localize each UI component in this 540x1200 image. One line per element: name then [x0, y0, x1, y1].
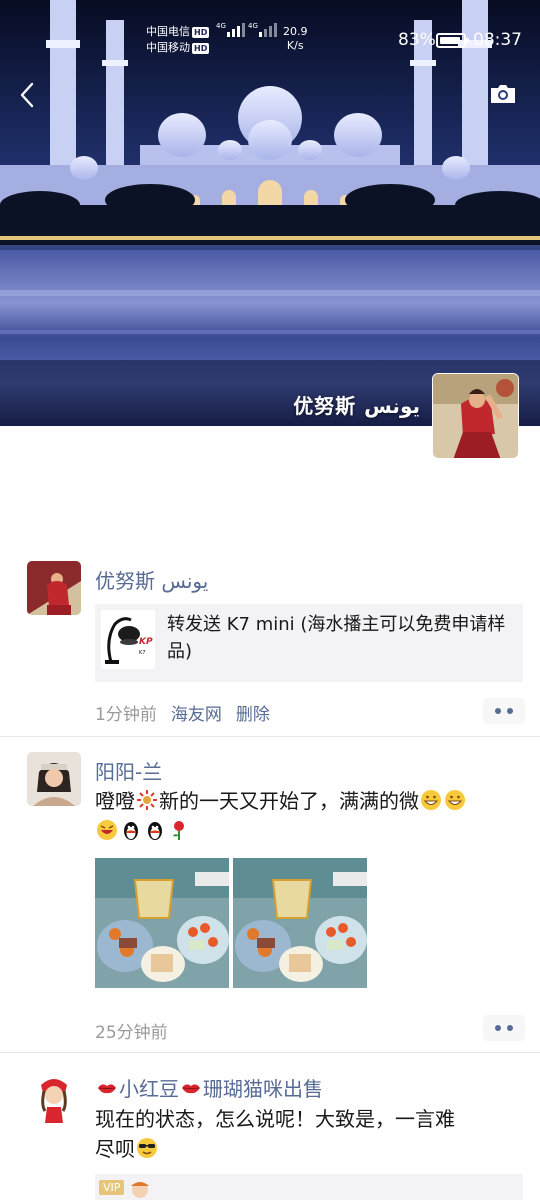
post-2-author[interactable]: 阳阳-兰 [95, 756, 162, 785]
post-1-author[interactable]: 优努斯 يونس [95, 565, 208, 594]
post-3-avatar[interactable] [27, 1071, 81, 1125]
post-3-text-line-1: 现在的状态，怎么说呢！大致是，一言难 [95, 1107, 455, 1131]
signal-1-icon: 4G [216, 22, 245, 37]
rose-emoji-icon [173, 821, 184, 840]
post-2-time: 25分钟前 [95, 1023, 168, 1043]
post-2-more-button[interactable] [483, 1015, 525, 1041]
carrier-1: 中国电信 HD [146, 24, 210, 39]
penguin-emoji-icon [124, 822, 138, 840]
meal-photo [233, 858, 367, 988]
post-divider [0, 1052, 540, 1053]
carrier-1-label: 中国电信 [146, 25, 190, 38]
meal-photo [95, 858, 229, 988]
grin-emoji-icon [421, 790, 441, 810]
grin-emoji-icon [445, 790, 465, 810]
post-3-text-line-2: 尽呗 [95, 1137, 135, 1161]
profile-name[interactable]: 优努斯 يونس [293, 390, 420, 419]
post-1-source-link[interactable]: 海友网 [171, 705, 222, 725]
basketball-player-avatar [27, 561, 81, 615]
product-lamp-image: KP K7 [101, 610, 155, 669]
profile-avatar[interactable] [432, 373, 519, 459]
post-1-delete-link[interactable]: 删除 [236, 705, 270, 725]
laugh-emoji-icon [97, 820, 117, 840]
lips-emoji-icon [98, 1084, 116, 1094]
svg-text:K7: K7 [139, 650, 145, 656]
card-thumbnail-icon [131, 1182, 149, 1198]
carrier-2-label: 中国移动 [146, 41, 190, 54]
post-2-text-part-2: 新的一天又开始了，满满的微 [159, 789, 419, 813]
woman-portrait-avatar [27, 752, 81, 806]
battery-icon [436, 33, 469, 48]
post-2-photo-2[interactable] [233, 858, 367, 988]
lips-emoji-icon [182, 1084, 200, 1094]
post-1-meta: 1分钟前 海友网 删除 [95, 700, 270, 725]
camera-button[interactable] [488, 82, 518, 106]
post-1-time: 1分钟前 [95, 705, 157, 725]
post-3-author[interactable]: 小红豆 珊瑚猫咪出售 [95, 1073, 323, 1102]
sunglasses-emoji-icon [137, 1138, 157, 1158]
svg-text:4G: 4G [248, 22, 258, 30]
post-2-text: 噔噔 新的一天又开始了，满满的微 [95, 786, 525, 846]
post-2-meta: 25分钟前 [95, 1018, 168, 1043]
post-3-text: 现在的状态，怎么说呢！大致是，一言难 尽呗 [95, 1104, 525, 1164]
post-1-more-button[interactable] [483, 698, 525, 724]
chevron-left-icon [20, 82, 34, 108]
share-thumbnail: KP K7 [101, 610, 155, 669]
clock: 08:37 [473, 30, 522, 50]
network-speed-value: 20.9 [283, 25, 308, 38]
svg-text:4G: 4G [216, 22, 226, 30]
camera-icon [491, 85, 515, 103]
signal-2-icon: 4G [248, 22, 277, 37]
basketball-player-avatar [433, 374, 518, 458]
post-2-photo-1[interactable] [95, 858, 229, 988]
back-button[interactable] [16, 80, 40, 110]
cover-photo[interactable]: 中国电信HD 中国移动HD 4G 4G 20.9 K/s 83% 08:37 [0, 0, 540, 426]
hd-badge-2: HD [192, 43, 210, 54]
carrier-2: 中国移动 HD [146, 40, 210, 55]
post-2-avatar[interactable] [27, 752, 81, 806]
post-3-author-suffix: 珊瑚猫咪出售 [203, 1077, 323, 1101]
post-2-text-part-1: 噔噔 [95, 789, 135, 813]
share-card-title: 转发送 K7 mini (海水播主可以免费申请样品) [167, 614, 506, 662]
vip-badge: VIP [99, 1180, 125, 1195]
network-speed-unit: K/s [286, 39, 304, 52]
svg-text:KP: KP [139, 637, 153, 647]
hd-badge: HD [192, 27, 210, 38]
firecracker-emoji-icon [137, 790, 157, 810]
penguin-emoji-icon [148, 822, 162, 840]
mosque-illustration [0, 0, 540, 426]
post-divider [0, 736, 540, 737]
post-3-share-card[interactable]: VIP [95, 1174, 523, 1200]
cartoon-girl-avatar [27, 1071, 81, 1125]
post-1-avatar[interactable] [27, 561, 81, 615]
network-speed: 20.9 K/s [283, 25, 308, 53]
status-bar: 中国电信 HD 中国移动 HD 4G 4G 20.9 K/s 83% 08:37 [0, 20, 540, 60]
post-3-author-name: 小红豆 [119, 1077, 179, 1101]
battery-percent: 83% [398, 30, 436, 50]
post-1-share-card[interactable]: KP K7 转发送 K7 mini (海水播主可以免费申请样品) [95, 604, 523, 682]
